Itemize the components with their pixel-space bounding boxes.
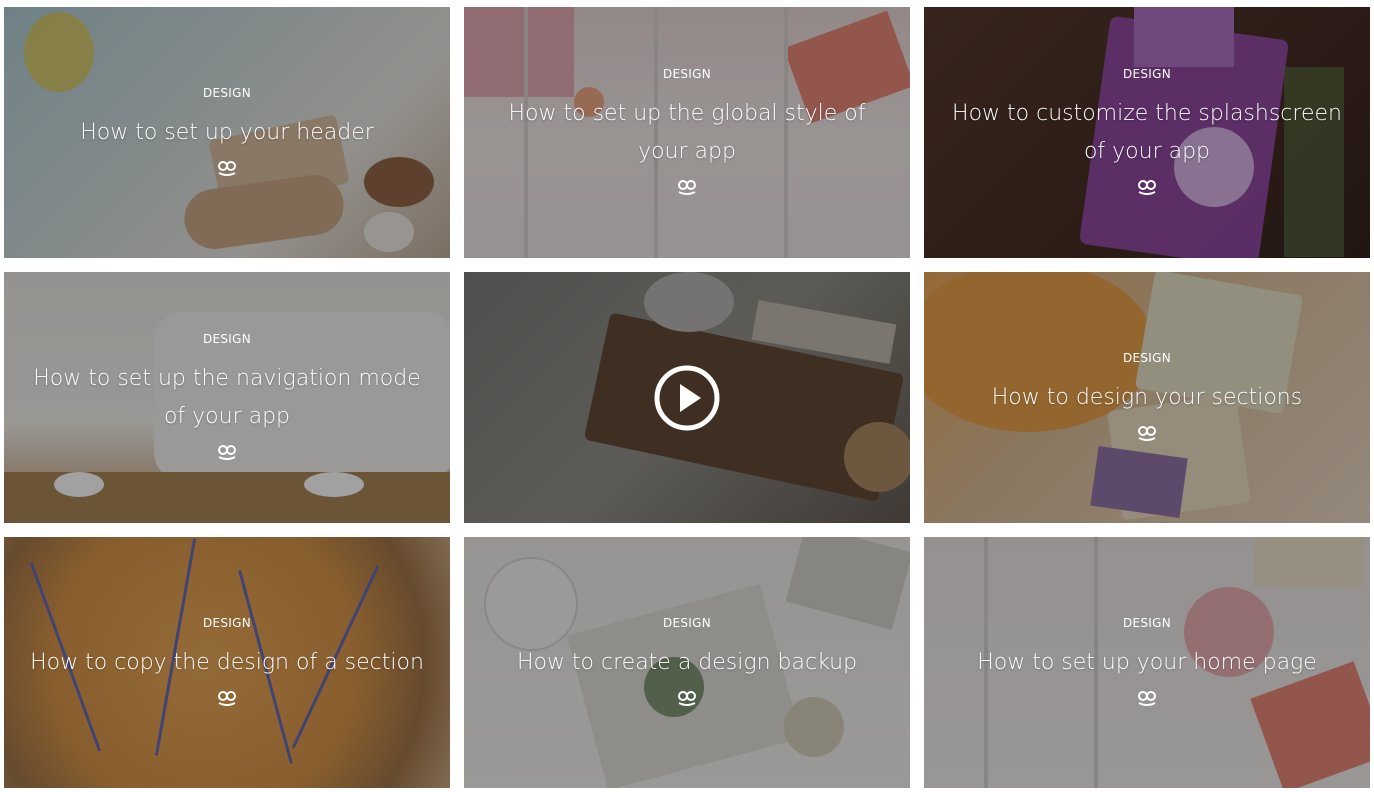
play-button-icon[interactable] <box>653 364 721 432</box>
card-category: DESIGN <box>662 66 712 81</box>
card-content: DESIGN How to set up your header <box>4 7 450 258</box>
goodbarber-logo-icon <box>678 179 696 195</box>
card-home-page[interactable]: DESIGN How to set up your home page <box>924 537 1370 788</box>
card-content: DESIGN How to copy the design of a secti… <box>4 537 450 788</box>
card-title[interactable]: How to copy the design of a section <box>30 644 424 682</box>
goodbarber-logo-icon <box>1138 179 1156 195</box>
card-category: DESIGN <box>202 615 252 630</box>
card-design-backup[interactable]: DESIGN How to create a design backup <box>464 537 910 788</box>
card-content: DESIGN How to customize the splashscreen… <box>924 7 1370 258</box>
card-title[interactable]: How to set up your home page <box>977 644 1317 682</box>
card-content: DESIGN How to set up the navigation mode… <box>4 272 450 523</box>
card-content: DESIGN How to create a design backup <box>464 537 910 788</box>
card-title[interactable]: How to set up your header <box>80 114 374 152</box>
goodbarber-logo-icon <box>678 690 696 706</box>
goodbarber-logo-icon <box>1138 425 1156 441</box>
goodbarber-logo-icon <box>1138 690 1156 706</box>
card-video[interactable] <box>464 272 910 523</box>
card-category: DESIGN <box>1122 350 1172 365</box>
card-title[interactable]: How to customize the splashscreen of you… <box>948 95 1346 171</box>
card-splashscreen[interactable]: DESIGN How to customize the splashscreen… <box>924 7 1370 258</box>
goodbarber-logo-icon <box>218 444 236 460</box>
card-title[interactable]: How to create a design backup <box>517 644 857 682</box>
card-category: DESIGN <box>1122 615 1172 630</box>
card-title[interactable]: How to design your sections <box>992 379 1302 417</box>
card-setup-header[interactable]: DESIGN How to set up your header <box>4 7 450 258</box>
card-title[interactable]: How to set up the navigation mode of you… <box>28 360 426 436</box>
card-content: DESIGN How to design your sections <box>924 272 1370 523</box>
card-content: DESIGN How to set up your home page <box>924 537 1370 788</box>
card-copy-design[interactable]: DESIGN How to copy the design of a secti… <box>4 537 450 788</box>
card-content: DESIGN How to set up the global style of… <box>464 7 910 258</box>
card-category: DESIGN <box>662 615 712 630</box>
card-category: DESIGN <box>202 85 252 100</box>
card-title[interactable]: How to set up the global style of your a… <box>488 95 886 171</box>
tutorial-card-grid: DESIGN How to set up your header DESIGN … <box>4 7 1370 788</box>
card-navigation-mode[interactable]: DESIGN How to set up the navigation mode… <box>4 272 450 523</box>
card-category: DESIGN <box>1122 66 1172 81</box>
card-global-style[interactable]: DESIGN How to set up the global style of… <box>464 7 910 258</box>
goodbarber-logo-icon <box>218 690 236 706</box>
card-category: DESIGN <box>202 331 252 346</box>
goodbarber-logo-icon <box>218 160 236 176</box>
card-design-sections[interactable]: DESIGN How to design your sections <box>924 272 1370 523</box>
